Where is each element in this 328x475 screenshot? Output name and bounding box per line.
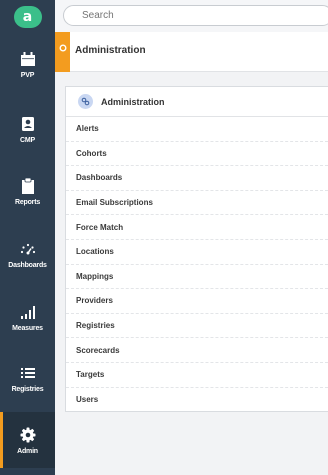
sidebar-item-label: PVP xyxy=(20,71,35,79)
list-icon xyxy=(20,367,35,378)
gauge-icon xyxy=(20,243,35,254)
header-accent xyxy=(55,32,70,72)
sidebar-item-label: CMP xyxy=(20,136,35,144)
sidebar-item-admin[interactable]: Admin xyxy=(0,412,55,468)
admin-link-targets[interactable]: Targets xyxy=(66,363,328,388)
clipboard-icon xyxy=(21,177,34,194)
admin-link-scorecards[interactable]: Scorecards xyxy=(66,338,328,363)
sidebar-item-reports[interactable]: Reports xyxy=(0,163,55,219)
sidebar-item-label: Dashboards xyxy=(8,261,47,269)
admin-badge-icon xyxy=(78,94,93,109)
card-title: Administration xyxy=(101,96,165,107)
sidebar-item-pvp[interactable]: PVP xyxy=(0,36,55,92)
admin-link-dashboards[interactable]: Dashboards xyxy=(66,166,328,191)
admin-link-mappings[interactable]: Mappings xyxy=(66,265,328,290)
top-bar xyxy=(55,0,328,32)
admin-link-email-subscriptions[interactable]: Email Subscriptions xyxy=(66,191,328,216)
admin-link-force-match[interactable]: Force Match xyxy=(66,215,328,240)
admin-link-users[interactable]: Users xyxy=(66,388,328,413)
id-card-icon xyxy=(21,116,34,131)
sidebar-item-dashboards[interactable]: Dashboards xyxy=(0,226,55,282)
sidebar-item-measures[interactable]: Measures xyxy=(0,289,55,345)
card-header: Administration xyxy=(66,87,328,117)
sidebar: a PVP CMP Reports Dashboards Measures Re… xyxy=(0,0,55,475)
search-input[interactable] xyxy=(63,5,328,26)
sidebar-item-registries[interactable]: Registries xyxy=(0,350,55,406)
admin-link-locations[interactable]: Locations xyxy=(66,240,328,265)
link-icon xyxy=(81,97,90,106)
admin-link-providers[interactable]: Providers xyxy=(66,289,328,314)
calendar-icon xyxy=(20,51,35,66)
page-title: Administration xyxy=(75,45,146,56)
admin-list: Alerts Cohorts Dashboards Email Subscrip… xyxy=(66,117,328,412)
sidebar-item-cmp[interactable]: CMP xyxy=(0,101,55,157)
gear-icon xyxy=(20,427,35,442)
admin-link-registries[interactable]: Registries xyxy=(66,314,328,339)
logo-area: a xyxy=(0,0,55,34)
admin-link-cohorts[interactable]: Cohorts xyxy=(66,142,328,167)
app-logo[interactable]: a xyxy=(13,6,42,28)
sidebar-item-label: Reports xyxy=(14,198,41,206)
bar-chart-icon xyxy=(20,305,35,319)
sidebar-item-label: Registries xyxy=(11,385,44,393)
page-header: Administration xyxy=(55,32,328,72)
admin-link-alerts[interactable]: Alerts xyxy=(66,117,328,142)
admin-card: Administration Alerts Cohorts Dashboards… xyxy=(65,86,328,412)
sidebar-item-label: Admin xyxy=(17,447,38,455)
gear-icon xyxy=(59,44,66,52)
sidebar-item-label: Measures xyxy=(12,324,43,332)
